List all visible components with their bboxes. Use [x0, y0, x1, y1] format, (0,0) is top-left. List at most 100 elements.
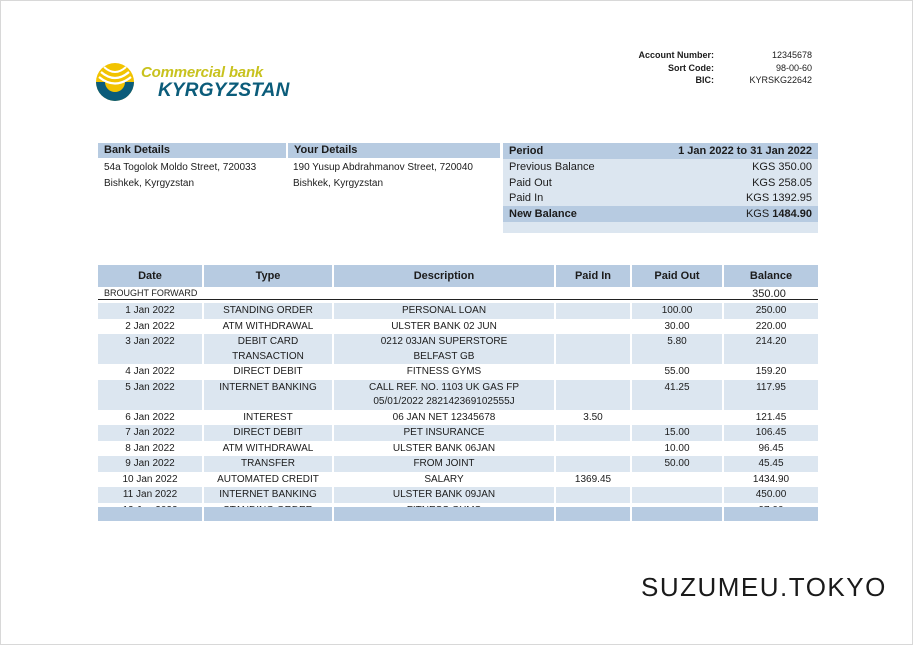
- cell-type: DIRECT DEBIT: [204, 425, 334, 441]
- cell-paid-out: [632, 471, 724, 487]
- new-balance-row: New Balance KGS 1484.90: [503, 206, 818, 222]
- bank-address-line2: Bishkek, Kyrgyzstan: [104, 178, 195, 189]
- customer-address-line2: Bishkek, Kyrgyzstan: [293, 178, 384, 189]
- transactions-footer: [98, 507, 818, 521]
- new-balance-currency: KGS: [745, 208, 770, 220]
- cell-balance: 1434.90: [752, 473, 790, 485]
- footer-cell: [334, 507, 556, 521]
- paid-in-label: Paid In: [509, 192, 544, 204]
- cell-paid-in: [556, 456, 632, 472]
- cell-date: 10 Jan 2022: [98, 471, 204, 487]
- col-date-header: Date: [98, 265, 204, 287]
- cell-date: 7 Jan 2022: [98, 425, 204, 441]
- cell-date: 11 Jan 2022: [98, 487, 204, 503]
- cell-paid-in: [556, 425, 632, 441]
- cell-paid-out: [632, 487, 724, 503]
- cell-description: 0212 03JAN SUPERSTORE BELFAST GB: [334, 334, 556, 364]
- table-row: 9 Jan 2022 TRANSFER FROM JOINT 50.00 45.45: [98, 456, 818, 472]
- cell-paid-out: [632, 409, 724, 425]
- cell-paid-in: [556, 379, 632, 410]
- cell-description: ULSTER BANK 09JAN: [334, 487, 556, 503]
- cell-description: FITNESS GYMS: [334, 364, 556, 380]
- cell-description: ULSTER BANK 06JAN: [334, 440, 556, 456]
- cell-type: ATM WITHDRAWAL: [204, 440, 334, 456]
- cell-paid-in: [556, 303, 632, 319]
- cell-type: INTERNET BANKING: [204, 379, 334, 410]
- paid-out-label: Paid Out: [509, 177, 552, 189]
- footer-cell: [556, 507, 632, 521]
- sort-code-label: Sort Code:: [668, 62, 714, 73]
- logo-line2: KYRGYZSTAN: [158, 79, 290, 101]
- cell-description: PET INSURANCE: [334, 425, 556, 441]
- cell-type: INTEREST: [204, 409, 334, 425]
- cell-date: 1 Jan 2022: [98, 303, 204, 319]
- cell-balance: 96.45: [758, 442, 784, 454]
- cell-paid-out: 5.80: [632, 334, 724, 364]
- footer-cell: [98, 507, 204, 521]
- cell-type: INTERNET BANKING: [204, 487, 334, 503]
- cell-paid-out: 41.25: [632, 379, 724, 410]
- cell-balance: 121.45: [755, 411, 787, 423]
- cell-description: PERSONAL LOAN: [334, 303, 556, 319]
- watermark: SUZUMEU.TOKYO: [641, 572, 887, 602]
- account-values: 12345678 98-00-60 KYRSKG22642: [720, 49, 812, 87]
- table-row: 1 Jan 2022 STANDING ORDER PERSONAL LOAN 100…: [98, 303, 818, 319]
- new-balance-label: New Balance: [509, 208, 577, 220]
- cell-balance: 45.45: [758, 458, 784, 469]
- account-number-label: Account Number:: [638, 50, 714, 60]
- cell-balance: 159.20: [755, 366, 787, 377]
- period-value: 1 Jan 2022 to 31 Jan 2022: [678, 145, 812, 157]
- brought-forward-divider: [98, 299, 818, 300]
- customer-address-line1: 190 Yusup Abdrahmanov Street, 720040: [293, 162, 473, 173]
- cell-description: FROM JOINT: [334, 456, 556, 472]
- bank-emblem-icon: [96, 63, 134, 101]
- cell-date: 5 Jan 2022: [98, 379, 204, 410]
- bank-details-heading: Bank Details: [98, 143, 286, 158]
- paid-in-value: KGS 1392.95: [745, 192, 812, 204]
- cell-balance: 117.95: [756, 381, 786, 393]
- logo-line1: Commercial bank: [141, 63, 264, 81]
- cell-type: TRANSFER: [204, 456, 334, 472]
- previous-balance-label: Previous Balance: [509, 161, 595, 173]
- col-paid-out-header: Paid Out: [632, 265, 724, 287]
- cell-description: ULSTER BANK 02 JUN: [334, 318, 556, 334]
- your-details: 190 Yusup Abdrahmanov Street, 720040 Bis…: [293, 160, 473, 192]
- statement-summary: Period 1 Jan 2022 to 31 Jan 2022 Previou…: [503, 143, 818, 233]
- col-paid-in-header: Paid In: [556, 265, 632, 287]
- table-row: 11 Jan 2022 INTERNET BANKING ULSTER BANK 0…: [98, 487, 818, 503]
- cell-balance: 106.45: [755, 427, 787, 438]
- period-row: Period 1 Jan 2022 to 31 Jan 2022: [503, 143, 818, 159]
- transactions-body: 1 Jan 2022 STANDING ORDER PERSONAL LOAN 100…: [98, 303, 818, 518]
- cell-date: 3 Jan 2022: [98, 334, 204, 364]
- cell-paid-out: 55.00: [632, 364, 724, 380]
- sort-code: 98-00-60: [775, 62, 812, 73]
- col-type-header: Type: [204, 265, 334, 287]
- table-row: 3 Jan 2022 DEBIT CARD TRANSACTION 0212 03J…: [98, 334, 818, 364]
- cell-type: DIRECT DEBIT: [204, 364, 334, 380]
- brought-forward-label: BROUGHT FORWARD: [104, 288, 198, 298]
- new-balance-value: KGS 1484.90: [746, 206, 812, 222]
- previous-balance-value: KGS 350.00: [752, 161, 812, 173]
- cell-paid-in: [556, 318, 632, 334]
- cell-balance: 214.20: [755, 336, 787, 347]
- cell-type: ATM WITHDRAWAL: [204, 318, 334, 334]
- cell-type: AUTOMATED CREDIT: [204, 471, 334, 487]
- cell-balance: 250.00: [755, 305, 787, 316]
- cell-paid-in: 3.50: [556, 409, 632, 425]
- cell-paid-in: 1369.45: [556, 471, 632, 487]
- cell-paid-out: 30.00: [632, 318, 724, 334]
- cell-description: 06 JAN NET 12345678: [334, 409, 556, 425]
- footer-cell: [204, 507, 334, 521]
- footer-cell: [632, 507, 724, 521]
- cell-description: CALL REF. NO. 1103 UK GAS FP 05/01/2022 …: [334, 379, 556, 410]
- cell-type: STANDING ORDER: [204, 303, 334, 319]
- your-details-heading: Your Details: [288, 143, 500, 158]
- bank-logo: Commercial bank KYRGYZSTAN: [95, 62, 289, 102]
- bank-address-line1: 54a Togolok Moldo Street, 720033: [104, 162, 257, 173]
- footer-cell: [724, 507, 818, 521]
- new-balance-amount: 1484.90: [772, 208, 812, 220]
- bic-code: KYRSKG22642: [749, 75, 812, 85]
- bic-label: BIC:: [695, 75, 715, 85]
- transactions-header: Date Type Description Paid In Paid Out B…: [98, 265, 818, 287]
- table-row: 10 Jan 2022 AUTOMATED CREDIT SALARY 1369.45…: [98, 471, 818, 487]
